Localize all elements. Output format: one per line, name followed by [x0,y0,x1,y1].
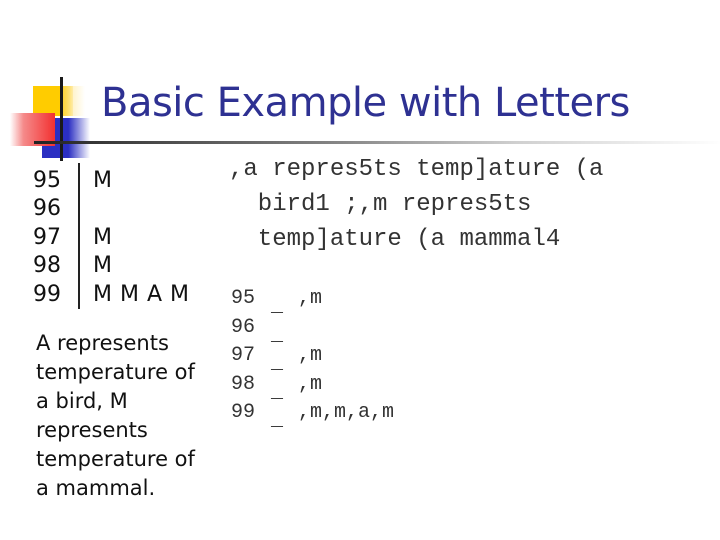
stem-value: 97 [231,344,256,367]
stem-value: 97 [33,224,61,250]
stem-value: 95 [33,167,61,193]
stem-value: 95 [231,287,256,310]
garbled-row: 98 _ ,m [231,371,322,404]
stem-value: 96 [231,315,256,339]
garbled-row: 95 _ ,m [231,285,322,318]
caption-line: a mammal. [36,476,156,500]
caption-line: represents [36,418,148,442]
caption-line: a bird, M [36,389,128,413]
garbled-line: bird1 ;,m repres5ts [229,191,532,218]
garbled-line: temp]ature (a mammal4 [229,226,561,253]
leaf-values: ,m [298,287,323,310]
leaf-values: M [93,224,112,250]
leaf-values: M [93,253,112,279]
stem-row: 95 M [33,166,189,195]
legend-caption: A represents temperature of a bird, M re… [36,329,226,503]
garbled-row: 96 _ [231,314,283,347]
stem-value: 96 [33,196,61,222]
garbled-line: ,a repres5ts temp]ature (a [229,156,604,183]
garbled-paragraph: ,a repres5ts temp]ature (a bird1 ;,m rep… [229,152,603,257]
stem-value: 99 [231,401,256,424]
stem-row: 98 M [33,252,189,281]
stem-value: 99 [33,281,61,307]
caption-line: temperature of [36,447,195,471]
leaf-values: ,m [298,344,323,367]
stem-row: 97 M [33,223,189,252]
stem-value: 98 [33,253,61,279]
garbled-stem-leaf: 95 _ ,m 96 _ 97 _ ,m 98 _ ,m 99 _ ,m,m,a… [231,285,394,432]
leaf-values: M M A M [93,281,189,307]
stem-row: 99 M M A M [33,280,189,309]
leaf-values: M [93,167,112,193]
garbled-row: 99 _ ,m,m,a,m [231,399,394,432]
caption-line: temperature of [36,360,195,384]
caption-line: A represents [36,331,169,355]
separator-glyph: _ [271,409,284,432]
logo-vertical-line [60,77,63,161]
stem-leaf-plot: 95 M 96 97 M 98 M 99 M M A M [33,166,189,309]
stem-row: 96 [33,195,189,224]
title-divider [34,141,720,144]
leaf-values: ,m,m,a,m [298,401,395,424]
stem-value: 98 [231,372,256,396]
garbled-row: 97 _ ,m [231,342,322,375]
leaf-values: ,m [298,372,323,396]
slide-title: Basic Example with Letters [101,80,630,126]
logo-yellow-fade [60,86,85,116]
